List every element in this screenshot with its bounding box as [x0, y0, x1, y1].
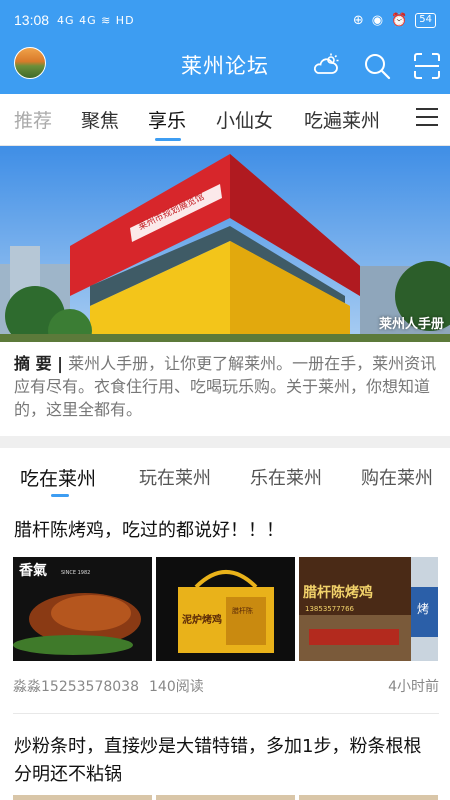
tab-eat-laizhou[interactable]: 吃遍莱州	[304, 106, 380, 133]
tab-enjoy[interactable]: 享乐	[148, 106, 186, 133]
svg-text:泥炉烤鸡: 泥炉烤鸡	[182, 613, 222, 626]
weather-icon[interactable]	[312, 52, 340, 80]
post-title[interactable]: 腊杆陈烤鸡，吃过的都说好！！！	[14, 517, 438, 545]
post-thumbnails-peek	[13, 795, 439, 800]
lock-icon: ⊕	[352, 12, 364, 28]
subtab-shop[interactable]: 购在莱州	[361, 464, 433, 490]
hero-banner[interactable]: 莱州市规划展览馆 莱州人手册	[0, 146, 450, 342]
banner-caption: 莱州人手册	[378, 317, 444, 332]
tab-focus[interactable]: 聚焦	[81, 106, 119, 133]
svg-text:SINCE 1982: SINCE 1982	[61, 570, 90, 576]
summary-body: 莱州人手册，让你更了解莱州。一册在手，莱州资讯应有尽有。衣食住行用、吃喝玩乐购。…	[14, 354, 437, 419]
post-image[interactable]: 腊杆陈烤鸡 13853577766 烤	[299, 557, 438, 661]
post-image[interactable]: 香氣 SINCE 1982	[13, 557, 152, 661]
tab-fairy[interactable]: 小仙女	[216, 106, 273, 133]
post-author[interactable]: 淼淼15253578038	[13, 676, 139, 696]
svg-text:香氣: 香氣	[18, 562, 47, 579]
status-time: 13:08	[14, 12, 50, 28]
post-read-count: 140阅读	[149, 679, 204, 695]
svg-text:13853577766: 13853577766	[305, 605, 355, 613]
search-icon[interactable]	[363, 52, 391, 80]
subtab-active-indicator	[51, 494, 69, 497]
divider	[13, 713, 439, 714]
svg-text:腊杆陈: 腊杆陈	[232, 606, 253, 615]
svg-text:腊杆陈烤鸡: 腊杆陈烤鸡	[303, 584, 373, 601]
section-gap	[0, 436, 450, 448]
scan-icon[interactable]	[413, 52, 441, 80]
category-tabs: 推荐 聚焦 享乐 小仙女 吃遍莱州	[0, 94, 450, 146]
signal-icons: 4G 4G ≋ HD	[57, 13, 135, 27]
tab-active-indicator	[155, 138, 181, 141]
summary-text: 摘 要 | 莱州人手册，让你更了解莱州。一册在手，莱州资讯应有尽有。衣食住行用、…	[14, 352, 438, 421]
menu-icon[interactable]	[416, 108, 438, 128]
sub-tabs: 吃在莱州 玩在莱州 乐在莱州 购在莱州	[0, 448, 450, 504]
subtab-play[interactable]: 玩在莱州	[139, 464, 211, 490]
svg-text:烤: 烤	[417, 601, 429, 616]
post-thumbnails: 香氣 SINCE 1982 泥炉烤鸡 腊杆陈 腊杆陈烤鸡 13853577766…	[13, 557, 439, 661]
location-icon: ◉	[371, 12, 384, 28]
subtab-fun[interactable]: 乐在莱州	[250, 464, 322, 490]
alarm-icon: ⏰	[391, 12, 408, 28]
post-title[interactable]: 炒粉条时，直接炒是大错特错，多加1步，粉条根根分明还不粘锅	[14, 733, 438, 789]
tab-recommend[interactable]: 推荐	[14, 106, 52, 133]
status-bar: 13:08 4G 4G ≋ HD ⊕ ◉ ⏰ 54	[0, 0, 450, 40]
summary-label: 摘 要 |	[14, 354, 63, 373]
subtab-eat[interactable]: 吃在莱州	[20, 464, 96, 491]
app-bar: 莱州论坛	[0, 40, 450, 94]
post-time: 4小时前	[388, 679, 439, 695]
post-image[interactable]: 泥炉烤鸡 腊杆陈	[156, 557, 295, 661]
battery-icon: 54	[415, 12, 436, 28]
